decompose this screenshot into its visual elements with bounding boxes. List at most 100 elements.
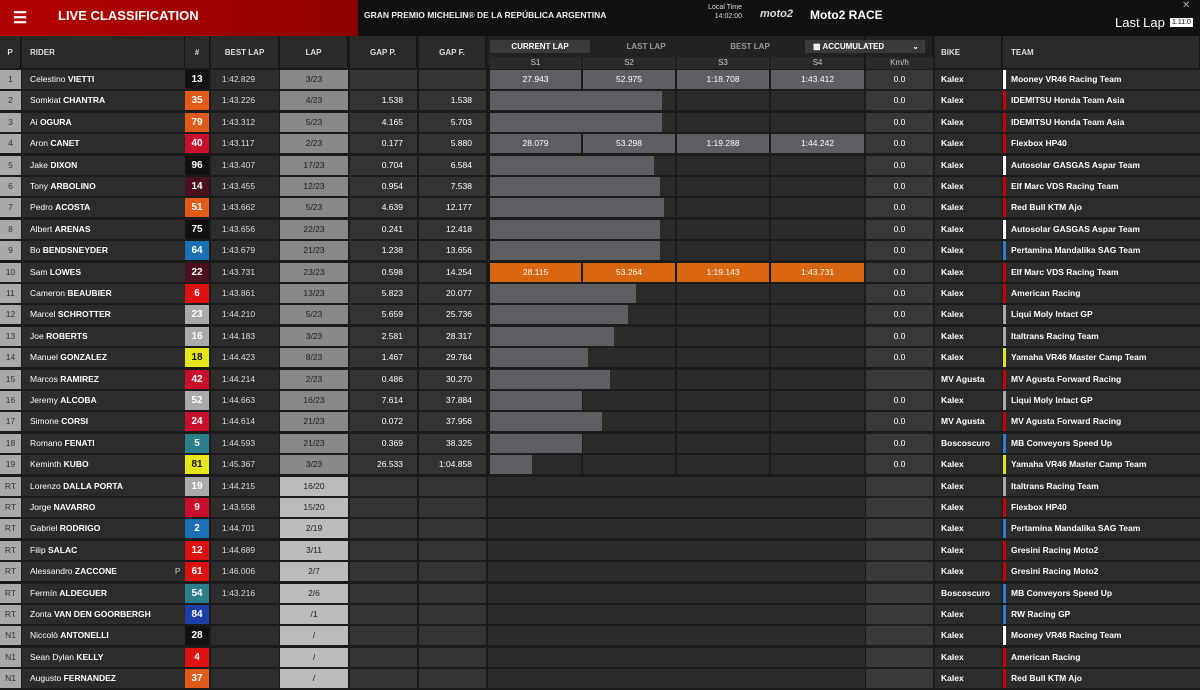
gap-first: 30.270 — [419, 369, 486, 389]
team: IDEMITSU Honda Team Asia — [1003, 112, 1200, 132]
table-row[interactable]: RT Alessandro ZACCONE P 61 1:46.006 2/7 Kalex G… — [0, 561, 1200, 582]
table-row[interactable]: 1 Celestino VIETTI 13 1:42.829 3/23 27.943 52.… — [0, 69, 1200, 89]
table-row[interactable]: 9 Bo BENDSNEYDER 64 1:43.679 21/23 1.238 13.65… — [0, 240, 1200, 261]
table-row[interactable]: RT Fermín ALDEGUER 54 1:43.216 2/6 Boscoscuro… — [0, 583, 1200, 603]
rider-number: 54 — [185, 583, 209, 603]
rider-first-name: Filip — [30, 544, 46, 555]
speed: 0.0 — [866, 412, 933, 432]
bike: Kalex — [935, 284, 1002, 303]
lap-count: 13/23 — [280, 284, 348, 303]
speed: 0.0 — [866, 112, 933, 132]
gap-first: 28.317 — [419, 326, 486, 346]
col-gap-f: GAP F. — [419, 36, 486, 68]
speed — [866, 476, 933, 496]
rider-first-name: Celestino — [30, 74, 66, 84]
progress-bar — [490, 326, 614, 346]
rider-last-name: CANET — [50, 138, 80, 149]
table-row[interactable]: 4 Aron CANET 40 1:43.117 2/23 0.177 5.880 28.07… — [0, 133, 1200, 154]
lap-count: 17/23 — [280, 155, 348, 175]
rider-last-name: SCHROTTER — [57, 309, 111, 320]
team: Mooney VR46 Racing Team — [1003, 626, 1200, 646]
speed — [866, 605, 933, 624]
team: Elf Marc VDS Racing Team — [1003, 262, 1200, 282]
rider-last-name: ALCOBA — [60, 395, 97, 405]
position: N1 — [0, 669, 21, 689]
lap-count: 2/23 — [280, 369, 348, 389]
table-row[interactable]: 14 Manuel GONZALEZ 18 1:44.423 8/23 1.467 29.7… — [0, 347, 1200, 368]
table-row[interactable]: 10 Sam LOWES 22 1:43.731 23/23 0.598 14.254 28.… — [0, 262, 1200, 282]
gap-previous: 1.538 — [350, 91, 417, 111]
team: MB Conveyors Speed Up — [1003, 583, 1200, 603]
version-badge: 1.11.0 — [1170, 18, 1193, 27]
table-row[interactable]: RT Filip SALAC 12 1:44.689 3/11 Kalex Gresini … — [0, 540, 1200, 560]
table-row[interactable]: 13 Joe ROBERTS 16 1:44.183 3/23 2.581 28.317 0.… — [0, 326, 1200, 346]
table-row[interactable]: 6 Tony ARBOLINO 14 1:43.455 12/23 0.954 7.538 0… — [0, 176, 1200, 196]
rider-number: 23 — [185, 305, 209, 325]
bike: Kalex — [935, 177, 1002, 196]
rider-last-name: ARBOLINO — [50, 181, 96, 191]
sector-cell — [677, 241, 769, 261]
tab-last-lap[interactable]: LAST LAP — [596, 40, 696, 53]
lap-count: 21/23 — [280, 412, 348, 432]
team: American Racing — [1003, 647, 1200, 667]
lap-count: 16/20 — [280, 476, 348, 496]
table-row[interactable]: 3 Ai OGURA 79 1:43.312 5/23 4.165 5.703 0.0 Kale… — [0, 112, 1200, 132]
sector-cell — [677, 198, 769, 218]
accumulated-select[interactable]: ▩ ACCUMULATED ⌄ — [805, 40, 925, 53]
gap-previous: 2.581 — [350, 326, 417, 346]
sector-cell — [771, 91, 864, 111]
best-lap: 1:44.663 — [211, 391, 279, 410]
rider-last-name: GONZALEZ — [60, 352, 108, 363]
table-row[interactable]: RT Jorge NAVARRO 9 1:43.558 15/20 Kalex Flexbo… — [0, 497, 1200, 517]
tab-best-lap[interactable]: BEST LAP — [700, 40, 800, 53]
col-rider: RIDER — [22, 36, 185, 68]
table-row[interactable]: N1 Sean Dylan KELLY 4/Kalex American Racing — [0, 647, 1200, 667]
rider-name: Marcel SCHROTTER — [22, 305, 185, 325]
table-row[interactable]: 19 Keminth KUBO 81 1:45.367 3/23 26.533 1:04.8… — [0, 454, 1200, 475]
gap-first — [419, 476, 486, 496]
table-row[interactable]: RT Lorenzo DALLA PORTA 19 1:44.215 16/20 Kale… — [0, 476, 1200, 496]
rider-number: 37 — [185, 669, 209, 689]
best-lap: 1:43.861 — [211, 284, 279, 303]
team: Autosolar GASGAS Aspar Team — [1003, 219, 1200, 239]
bike: Kalex — [935, 262, 1002, 282]
team: Mooney VR46 Racing Team — [1003, 70, 1200, 89]
rider-name: Sean Dylan KELLY — [22, 647, 185, 667]
table-row[interactable]: RT Zonta VAN DEN GOORBERGH 84/1 Kalex RW Rac… — [0, 604, 1200, 624]
position: RT — [0, 583, 21, 603]
close-icon[interactable]: ✕ — [1182, 0, 1190, 11]
table-row[interactable]: 18 Romano FENATI 5 1:44.593 21/23 0.369 38.325… — [0, 433, 1200, 453]
position: 3 — [0, 112, 21, 132]
table-row[interactable]: 5 Jake DIXON 96 1:43.407 17/23 0.704 6.584 0.0 K… — [0, 155, 1200, 175]
table-row[interactable]: 12 Marcel SCHROTTER 23 1:44.210 5/23 5.659 25.… — [0, 304, 1200, 325]
table-row[interactable]: 11 Cameron BEAUBIER 6 1:43.861 13/23 5.823 20.… — [0, 283, 1200, 303]
rider-number: 61 — [185, 562, 209, 582]
sector-cell — [583, 391, 675, 410]
table-row[interactable]: 7 Pedro ACOSTA 51 1:43.662 5/23 4.639 12.177 0.… — [0, 197, 1200, 218]
table-row[interactable]: 16 Jeremy ALCOBA 52 1:44.663 16/23 7.614 37.88… — [0, 390, 1200, 410]
gap-first: 25.736 — [419, 305, 486, 325]
top-bar: ☰ LIVE CLASSIFICATION GRAN PREMIO MICHEL… — [0, 0, 1200, 36]
rider-name: Marcos RAMIREZ — [22, 369, 185, 389]
rider-name: Alessandro ZACCONE — [22, 562, 185, 582]
table-row[interactable]: N1 Augusto FERNANDEZ 37/Kalex Red Bull KTM … — [0, 668, 1200, 689]
bike: Kalex — [935, 476, 1002, 496]
best-lap: 1:43.679 — [211, 241, 279, 261]
rider-name: Bo BENDSNEYDER — [22, 241, 185, 261]
gap-previous — [350, 476, 417, 496]
race-label: Moto2 RACE — [810, 8, 883, 22]
best-lap: 1:43.117 — [211, 134, 279, 154]
menu-icon[interactable]: ☰ — [0, 0, 40, 36]
position: 17 — [0, 412, 21, 432]
table-row[interactable]: 8 Albert ARENAS 75 1:43.656 22/23 0.241 12.418… — [0, 219, 1200, 239]
gap-previous: 0.704 — [350, 155, 417, 175]
table-row[interactable]: 2 Somkiat CHANTRA 35 1:43.226 4/23 1.538 1.538… — [0, 90, 1200, 111]
table-row[interactable]: 17 Simone CORSI 24 1:44.614 21/23 0.072 37.956… — [0, 411, 1200, 432]
best-lap: 1:43.662 — [211, 198, 279, 218]
tab-current-lap[interactable]: CURRENT LAP — [490, 40, 590, 53]
rider-first-name: Jeremy — [30, 395, 58, 405]
table-row[interactable]: 15 Marcos RAMIREZ 42 1:44.214 2/23 0.486 30.27… — [0, 369, 1200, 389]
table-row[interactable]: RT Gabriel RODRIGO 2 1:44.701 2/19 Kalex Perta… — [0, 518, 1200, 539]
progress-bar — [490, 112, 662, 132]
table-row[interactable]: N1 Niccolò ANTONELLI 28/Kalex Mooney VR46 R… — [0, 625, 1200, 646]
